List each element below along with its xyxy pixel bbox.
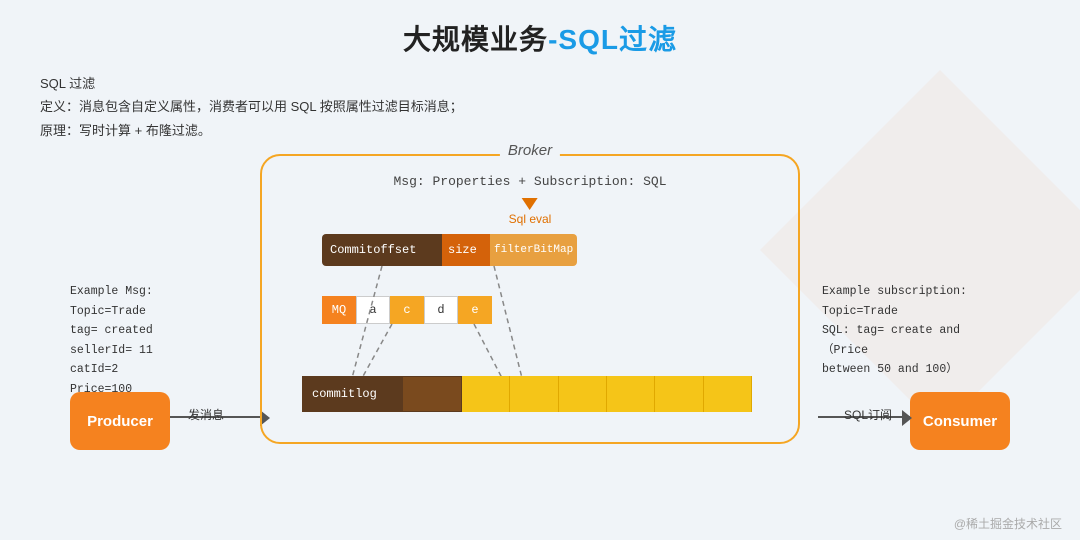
sql-eval-label: Sql eval — [509, 212, 552, 226]
title-sub: -SQL过滤 — [548, 24, 677, 55]
ex-left-3: tag= created — [70, 321, 153, 341]
mq-cell-d: d — [424, 296, 458, 324]
clog-cell-3 — [559, 376, 607, 412]
commitlog-yellow-section — [462, 376, 752, 412]
producer-label: Producer — [87, 413, 153, 430]
clog-cell-5 — [655, 376, 703, 412]
ex-left-1: Example Msg: — [70, 282, 153, 302]
example-right: Example subscription: Topic=Trade SQL: t… — [822, 282, 1012, 380]
example-left: Example Msg: Topic=Trade tag= created se… — [70, 282, 153, 399]
clog-cell-4 — [607, 376, 655, 412]
size-cell: size — [442, 234, 490, 266]
mq-label-cell: MQ — [322, 296, 356, 324]
desc-line1: SQL 过滤 — [40, 72, 1040, 95]
clog-cell-6 — [704, 376, 752, 412]
mq-cell-a: a — [356, 296, 390, 324]
consumer-box: Consumer — [910, 392, 1010, 450]
mq-cell-e: e — [458, 296, 492, 324]
sql-eval-arrow — [522, 198, 538, 210]
desc-line2: 定义：消息包含自定义属性，消费者可以用 SQL 按照属性过滤目标消息； — [40, 95, 1040, 118]
clog-cell-2 — [510, 376, 558, 412]
desc-line3: 原理：写时计算 + 布隆过滤。 — [40, 119, 1040, 142]
ex-right-1: Example subscription: — [822, 282, 1012, 302]
commitlog-label: commitlog — [302, 376, 402, 412]
commitoffset-cell: Commitoffset — [322, 234, 442, 266]
diagram-area: Producer Consumer 发消息 SQL订阅 Example Msg:… — [40, 154, 1040, 494]
ex-left-6: Price=100 — [70, 380, 153, 400]
msg-subscription-line: Msg: Properties + Subscription: SQL — [262, 174, 798, 189]
producer-box: Producer — [70, 392, 170, 450]
ex-left-5: catId=2 — [70, 360, 153, 380]
title-main: 大规模业务 — [403, 24, 548, 55]
mq-cell-c: c — [390, 296, 424, 324]
commitoffset-bar: Commitoffset size filterBitMap — [322, 234, 577, 266]
description-block: SQL 过滤 定义：消息包含自定义属性，消费者可以用 SQL 按照属性过滤目标消… — [40, 72, 1040, 142]
arrowhead-right — [902, 410, 912, 426]
consumer-label: Consumer — [923, 413, 997, 430]
sqlding-label: SQL订阅 — [844, 406, 892, 423]
ex-right-3: SQL: tag= create and （Price — [822, 321, 1012, 360]
page-title: 大规模业务-SQL过滤 — [40, 18, 1040, 58]
broker-box: Broker Msg: Properties + Subscription: S… — [260, 154, 800, 444]
sql-eval-area: Sql eval — [509, 198, 552, 226]
ex-left-2: Topic=Trade — [70, 302, 153, 322]
clog-cell-1 — [462, 376, 510, 412]
mq-bar: MQ a c d e — [322, 296, 492, 324]
commitlog-dark-section — [402, 376, 462, 412]
ex-right-4: between 50 and 100） — [822, 360, 1012, 380]
main-content: 大规模业务-SQL过滤 SQL 过滤 定义：消息包含自定义属性，消费者可以用 S… — [0, 0, 1080, 504]
broker-label: Broker — [500, 142, 560, 159]
watermark: @稀土掘金技术社区 — [954, 515, 1062, 532]
ex-left-4: sellerId= 11 — [70, 341, 153, 361]
filterbitmap-cell: filterBitMap — [490, 234, 577, 266]
ex-right-2: Topic=Trade — [822, 302, 1012, 322]
commitlog-bar: commitlog — [302, 376, 752, 412]
fasong-label: 发消息 — [188, 406, 224, 423]
